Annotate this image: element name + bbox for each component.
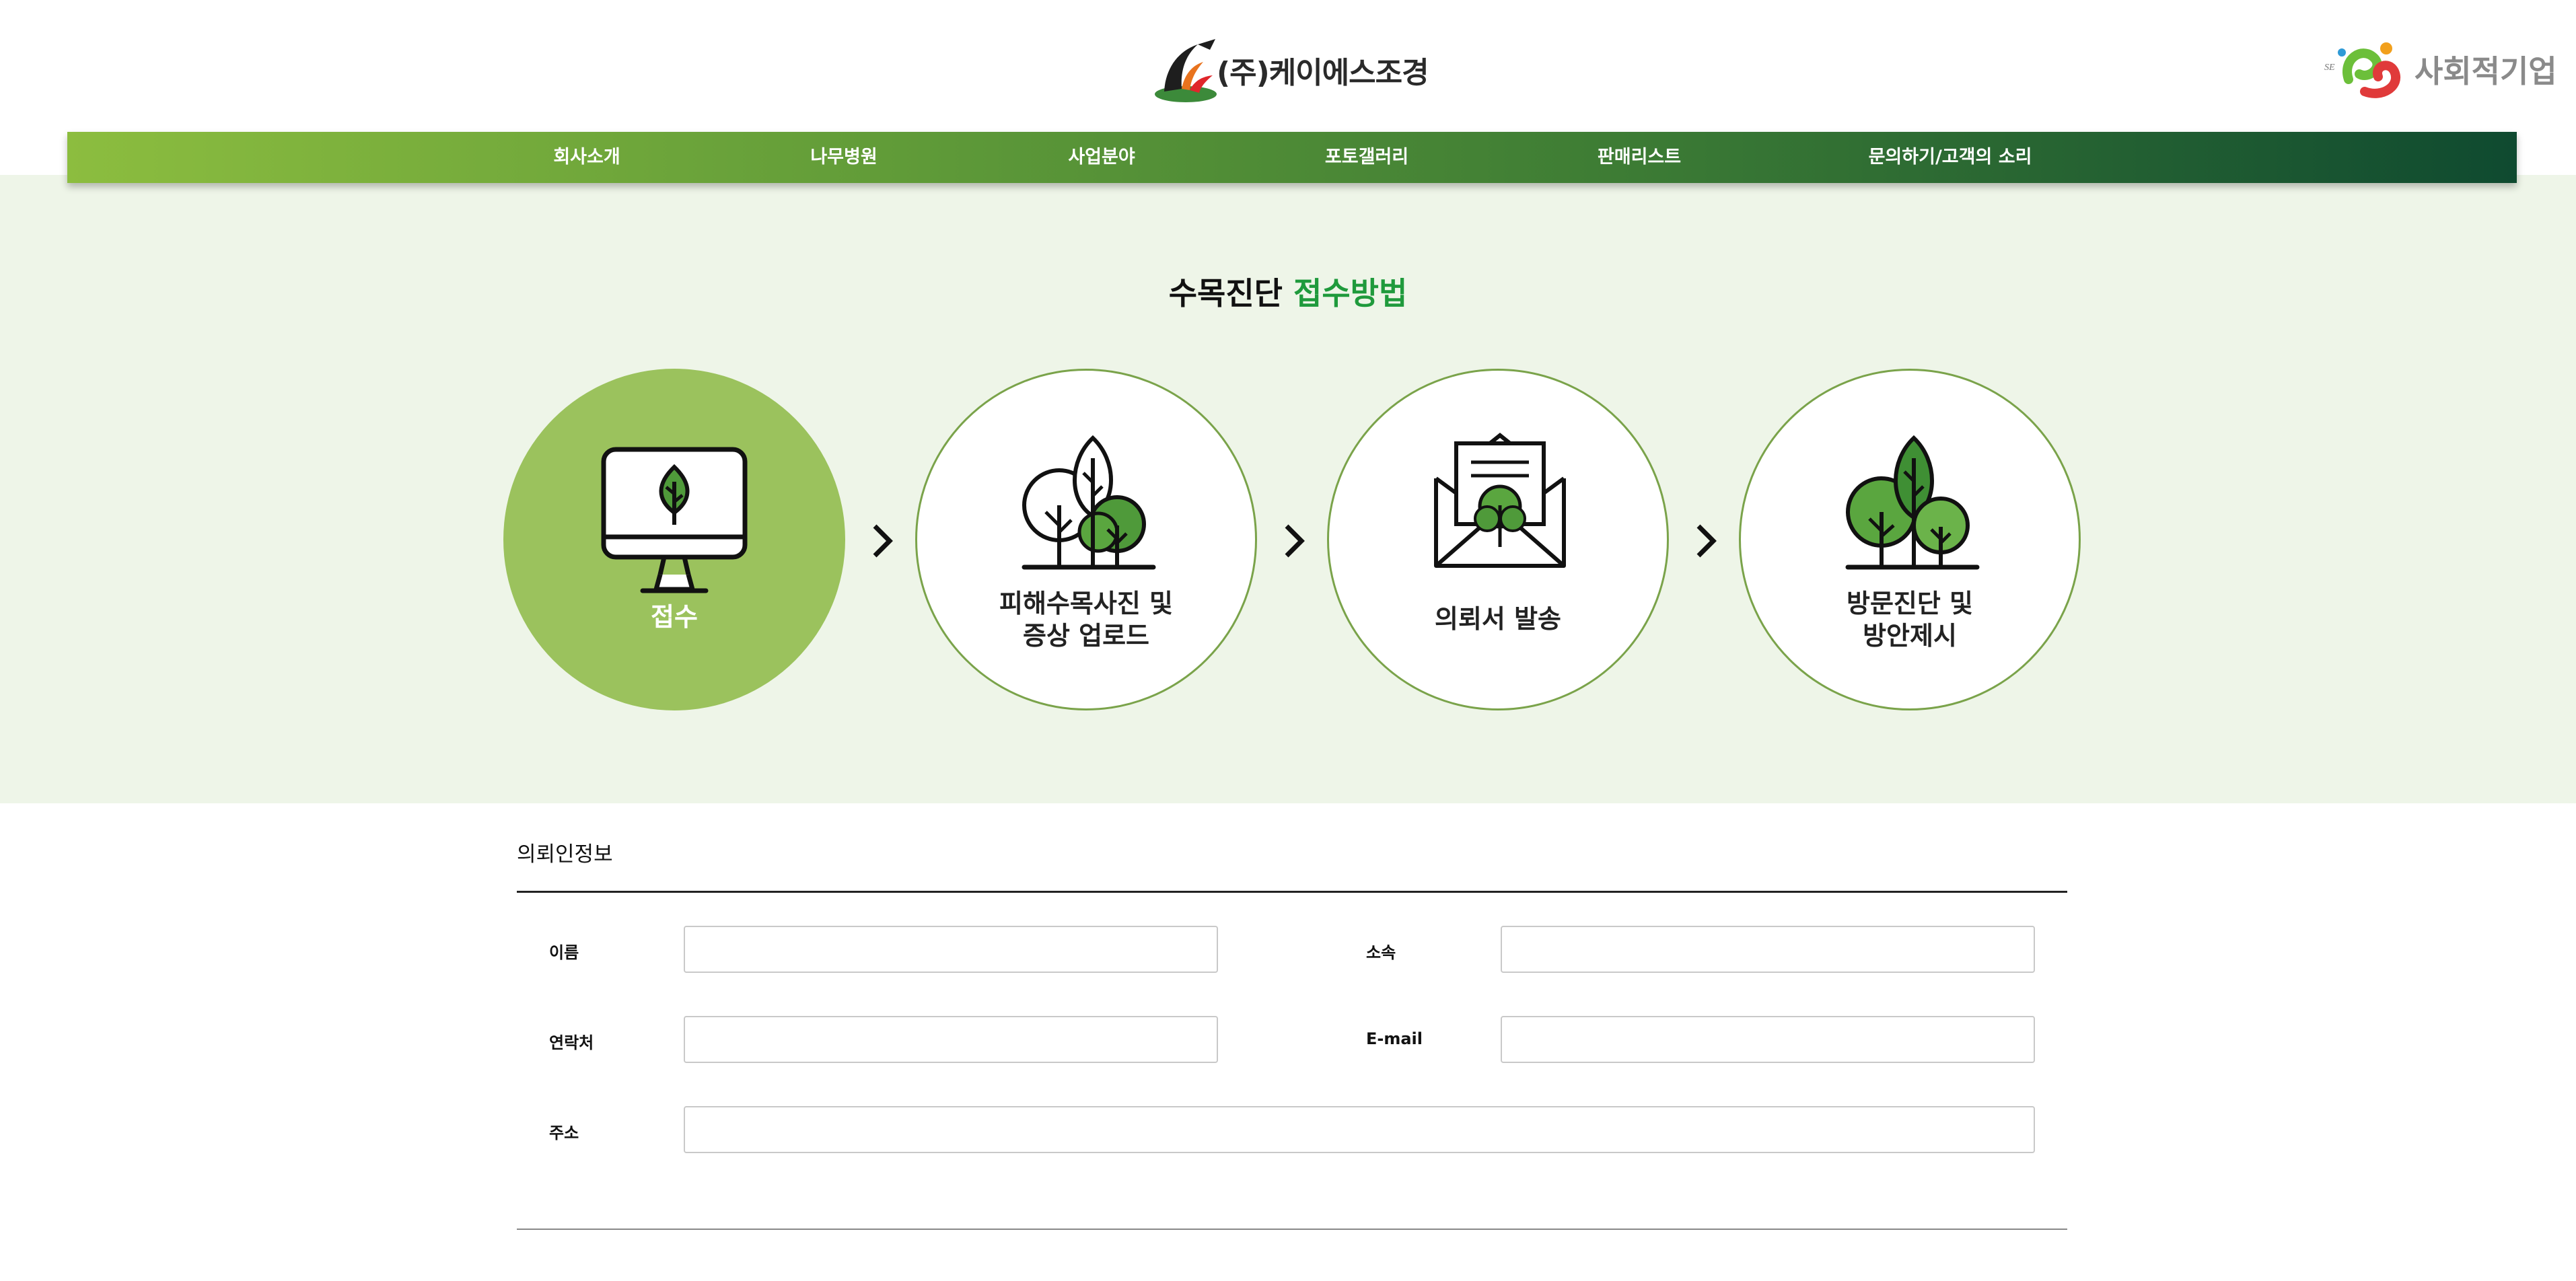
section-heading-highlight: 접수방법 xyxy=(1293,275,1408,312)
tree-cluster-icon xyxy=(1845,435,1980,570)
envelope-tree-icon xyxy=(1434,433,1566,568)
nav-item-gallery[interactable]: 포토갤러리 xyxy=(1325,132,1408,183)
address-label: 주소 xyxy=(549,1124,579,1142)
main-navigation: 회사소개 나무병원 사업분야 포토갤러리 판매리스트 문의하기/고객의 소리 xyxy=(67,132,2517,183)
phone-input[interactable] xyxy=(684,1016,1218,1063)
form-divider-bottom xyxy=(517,1229,2067,1230)
site-header: (주)케이에스조경 SE 사회적기업 xyxy=(0,0,2576,132)
name-input[interactable] xyxy=(684,926,1218,973)
step-reception-label: 접수 xyxy=(503,601,845,633)
affiliation-label: 소속 xyxy=(1366,943,1396,962)
name-label: 이름 xyxy=(549,943,579,962)
step-label-line: 피해수목사진 및 xyxy=(999,589,1173,618)
company-logo[interactable]: (주)케이에스조경 xyxy=(1151,35,1429,105)
step-label-line: 접수 xyxy=(651,602,698,632)
step-label-line: 의뢰서 발송 xyxy=(1434,604,1562,634)
affiliation-input[interactable] xyxy=(1501,926,2035,973)
phone-label: 연락처 xyxy=(549,1033,594,1052)
nav-item-sales-list[interactable]: 판매리스트 xyxy=(1598,132,1681,183)
step-label-line: 증상 업로드 xyxy=(1022,621,1150,651)
social-enterprise-badge[interactable]: SE 사회적기업 xyxy=(2322,32,2564,106)
step-label-line: 방문진단 및 xyxy=(1846,589,1974,618)
chevron-right-icon xyxy=(873,524,893,558)
email-input[interactable] xyxy=(1501,1016,2035,1063)
step-reception[interactable]: 접수 xyxy=(503,369,845,710)
step-request-form[interactable]: 의뢰서 발송 xyxy=(1327,369,1669,710)
trees-upload-icon xyxy=(1022,435,1156,570)
section-heading: 수목진단 접수방법 xyxy=(0,269,2576,314)
step-request-form-label: 의뢰서 발송 xyxy=(1329,603,1667,635)
company-logo-icon xyxy=(1155,39,1217,102)
step-label-line: 방안제시 xyxy=(1863,621,1957,651)
step-visit-diagnosis-label: 방문진단 및 방안제시 xyxy=(1741,587,2079,652)
social-enterprise-logo-icon: SE xyxy=(2324,42,2400,98)
svg-text:SE: SE xyxy=(2324,63,2335,73)
form-divider-top xyxy=(517,891,2067,893)
step-photo-upload-label: 피해수목사진 및 증상 업로드 xyxy=(917,587,1255,652)
computer-leaf-icon xyxy=(601,447,748,593)
social-enterprise-label: 사회적기업 xyxy=(2414,53,2557,89)
company-name: (주)케이에스조경 xyxy=(1217,56,1429,90)
step-visit-diagnosis[interactable]: 방문진단 및 방안제시 xyxy=(1739,369,2081,710)
section-heading-main: 수목진단 xyxy=(1168,275,1283,312)
address-input[interactable] xyxy=(684,1106,2035,1153)
nav-item-tree-hospital[interactable]: 나무병원 xyxy=(810,132,877,183)
step-photo-upload[interactable]: 피해수목사진 및 증상 업로드 xyxy=(915,369,1257,710)
chevron-right-icon xyxy=(1696,524,1717,558)
chevron-right-icon xyxy=(1285,524,1305,558)
nav-item-inquiry[interactable]: 문의하기/고객의 소리 xyxy=(1869,132,2032,183)
client-info-heading: 의뢰인정보 xyxy=(517,842,613,867)
nav-item-company[interactable]: 회사소개 xyxy=(553,132,620,183)
nav-item-business[interactable]: 사업분야 xyxy=(1068,132,1135,183)
email-label: E-mail xyxy=(1366,1029,1423,1048)
